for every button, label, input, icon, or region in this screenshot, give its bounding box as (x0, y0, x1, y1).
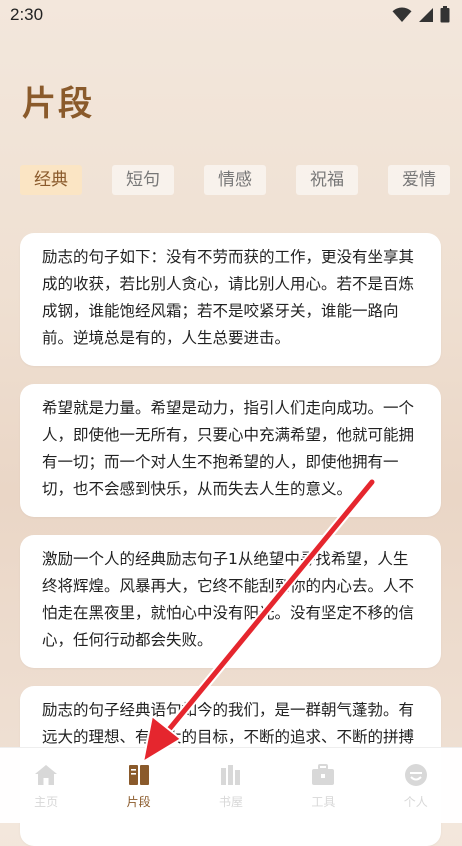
profile-icon (404, 764, 427, 786)
wifi-icon (392, 6, 412, 22)
nav-label: 片段 (126, 795, 151, 809)
book-icon (128, 765, 149, 785)
snippet-card[interactable]: 希望就是力量。希望是动力，指引人们走向成功。一个人，即使他一无所有，只要心中充满… (20, 384, 441, 517)
nav-label: 主页 (34, 795, 59, 809)
status-icons (392, 6, 450, 23)
snippet-card[interactable]: 励志的句子如下：没有不劳而获的工作，更没有坐享其成的收获，若比别人贪心，请比别人… (20, 233, 441, 366)
snippet-card[interactable]: 激励一个人的经典励志句子1从绝望中寻找希望，人生终将辉煌。风暴再大，它终不能刮到… (20, 535, 441, 668)
status-bar: 2:30 (0, 0, 462, 32)
nav-item-home[interactable]: 主页 (11, 762, 81, 810)
tab-love[interactable]: 爱情 (388, 165, 450, 195)
tab-emotion[interactable]: 情感 (204, 165, 266, 195)
nav-item-profile[interactable]: 个人 (381, 762, 451, 810)
battery-icon (440, 6, 450, 23)
books-icon (220, 765, 240, 785)
home-icon (35, 765, 58, 785)
nav-label: 个人 (403, 795, 428, 809)
bottom-navigation: 主页 片段 书屋 工具 个人 (0, 747, 462, 823)
nav-item-tools[interactable]: 工具 (288, 762, 358, 810)
category-tabs: 经典 短句 情感 祝福 爱情 (20, 165, 462, 197)
tab-classic[interactable]: 经典 (20, 165, 82, 195)
signal-icon (419, 7, 433, 22)
tab-blessing[interactable]: 祝福 (296, 165, 358, 195)
nav-label: 书屋 (218, 795, 243, 809)
page-title: 片段 (22, 84, 94, 124)
toolbox-icon (312, 764, 335, 785)
tab-short[interactable]: 短句 (112, 165, 174, 195)
nav-item-snippets[interactable]: 片段 (104, 762, 174, 810)
nav-label: 工具 (311, 795, 336, 809)
nav-item-library[interactable]: 书屋 (196, 762, 266, 810)
status-time: 2:30 (10, 5, 44, 24)
